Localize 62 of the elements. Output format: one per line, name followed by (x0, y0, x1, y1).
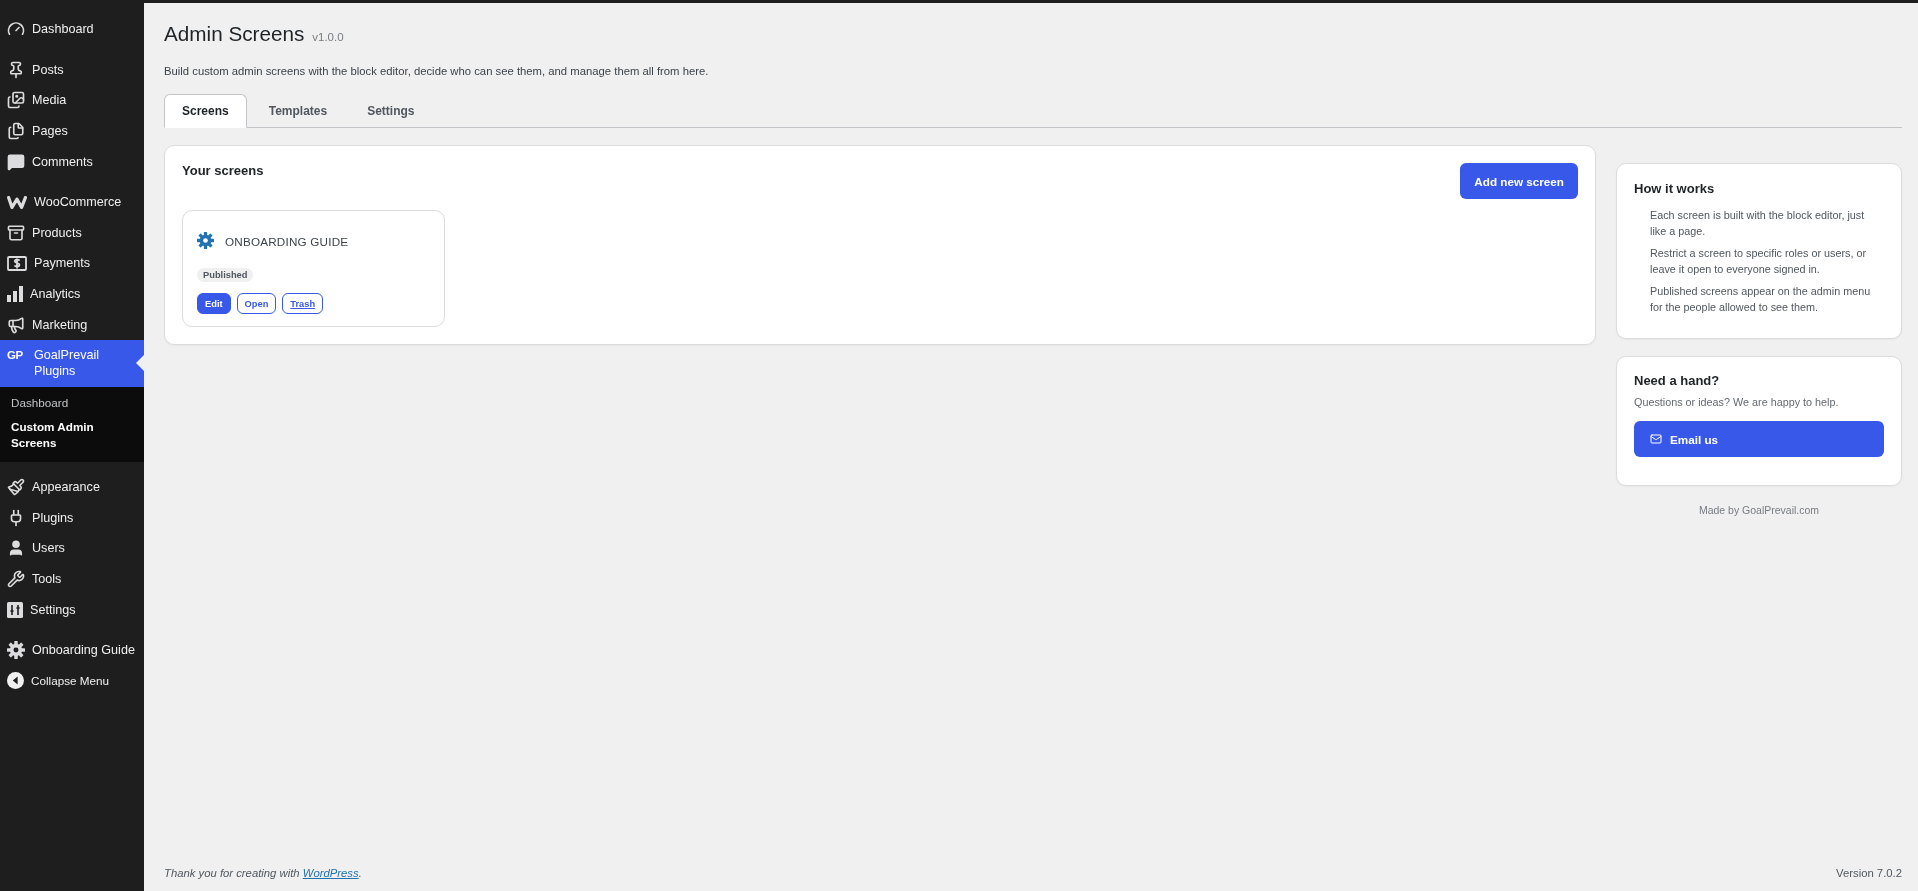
tab[interactable]: Screens (164, 94, 247, 128)
info-text: Published screens appear on the admin menu for the people allowed to see them. (1650, 284, 1872, 315)
pages-icon (7, 122, 25, 141)
w-logo-icon (7, 195, 27, 209)
tab[interactable]: Settings (349, 94, 433, 128)
gear-icon (197, 232, 214, 249)
archive-box-icon (7, 223, 25, 242)
menu-item[interactable]: Users (0, 533, 144, 564)
menu-item[interactable]: Marketing (0, 309, 144, 340)
menu-item[interactable]: Media (0, 85, 144, 116)
status-badge: Published (197, 268, 254, 282)
version-text: Version 7.0.2 (1836, 866, 1902, 881)
gear-icon (7, 641, 25, 660)
mail-icon (1650, 433, 1662, 445)
page-description: Build custom admin screens with the block editor, decide who can see them, and manage them all from here. (164, 64, 710, 79)
dollar-box-icon (7, 255, 27, 271)
sliders-icon (7, 601, 23, 618)
paintbrush-icon (7, 478, 25, 497)
submenu-item[interactable]: Custom Admin Screens (0, 417, 110, 452)
menu-item[interactable]: WooCommerce (0, 186, 144, 218)
bar-chart-icon (7, 286, 23, 303)
megaphone-icon (7, 315, 25, 334)
menu-item[interactable]: Settings (0, 594, 144, 625)
menu-item[interactable]: Payments (0, 248, 144, 279)
tab[interactable]: Templates (250, 94, 346, 128)
menu-item[interactable]: Onboarding Guide (0, 634, 144, 666)
menu-item[interactable]: Appearance (0, 471, 144, 503)
card-title: How it works (1634, 181, 1716, 197)
add-screen-button[interactable]: Add new screen (1460, 163, 1578, 199)
menu-item[interactable]: Products (0, 217, 144, 249)
info-text: Restrict a screen to specific roles or users, or leave it open to everyone signed in. (1650, 246, 1867, 277)
speech-bubble-icon (7, 152, 25, 171)
menu-item[interactable]: Posts (0, 54, 144, 86)
monogram: GP (7, 348, 24, 364)
submenu-item[interactable]: Dashboard (0, 393, 110, 412)
pin-icon (7, 60, 25, 79)
menu-item[interactable]: Plugins (0, 502, 144, 534)
action-button[interactable]: Edit (197, 293, 231, 314)
action-button[interactable]: Open (236, 293, 277, 314)
screen-title: ONBOARDING GUIDE (225, 235, 349, 249)
caret-icon (136, 355, 144, 372)
collapse-button[interactable]: Collapse Menu (0, 665, 144, 697)
menu-item[interactable]: Pages (0, 115, 144, 147)
images-icon (7, 91, 25, 110)
page-title: Admin Screens (164, 21, 305, 47)
help-text: Questions or ideas? We are happy to help. (1634, 395, 1840, 410)
menu-item[interactable]: Tools (0, 563, 144, 595)
version-label: v1.0.0 (312, 31, 344, 43)
email-button[interactable]: Email us (1634, 421, 1884, 457)
card-title: Need a hand? (1634, 373, 1721, 389)
footer-text: Thank you for creating with WordPress. (164, 866, 362, 881)
menu-item[interactable]: GP GoalPrevail Plugins (0, 339, 144, 387)
action-button[interactable]: Trash (282, 293, 324, 314)
menu-item[interactable]: Dashboard (0, 14, 144, 45)
info-text: Each screen is built with the block editor, just like a page. (1650, 208, 1866, 239)
menu-item[interactable]: Comments (0, 146, 144, 177)
user-icon (7, 539, 25, 558)
menu-item[interactable]: Analytics (0, 278, 144, 310)
footer-link[interactable]: WordPress (302, 867, 359, 879)
panel-title: Your screens (182, 163, 264, 179)
credit-text: Made by GoalPrevail.com (1697, 503, 1821, 518)
wrench-icon (7, 570, 25, 588)
